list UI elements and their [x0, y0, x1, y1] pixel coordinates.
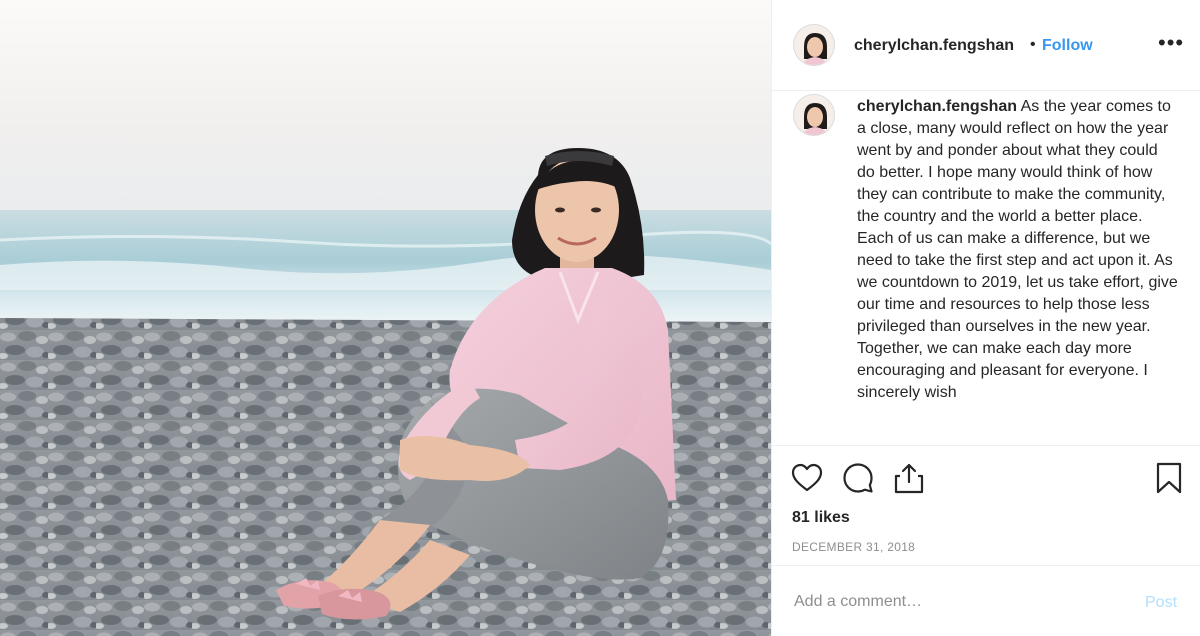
- comment-bar: Post: [772, 565, 1200, 636]
- share-icon[interactable]: [892, 461, 926, 495]
- comment-input[interactable]: [792, 588, 1116, 616]
- likes-count[interactable]: 81 likes: [792, 509, 850, 527]
- more-options-icon[interactable]: •••: [1158, 30, 1184, 56]
- comment-icon[interactable]: [841, 461, 875, 495]
- post-date[interactable]: DECEMBER 31, 2018: [792, 540, 915, 554]
- post-photo[interactable]: [0, 0, 771, 636]
- caption-text-block: cherylchan.fengshan As the year comes to…: [857, 96, 1179, 404]
- instagram-post: cherylchan.fengshan • Follow ••• cherylc…: [0, 0, 1200, 636]
- post-side-panel: cherylchan.fengshan • Follow ••• cherylc…: [771, 0, 1200, 636]
- header-separator: •: [1030, 36, 1036, 53]
- beach-photo-illustration: [0, 0, 771, 636]
- post-actions: 81 likes DECEMBER 31, 2018: [772, 445, 1200, 565]
- caption-username[interactable]: cherylchan.fengshan: [857, 98, 1017, 115]
- follow-button[interactable]: Follow: [1042, 37, 1093, 55]
- post-comment-button[interactable]: Post: [1145, 594, 1177, 612]
- avatar[interactable]: [793, 24, 835, 66]
- bookmark-icon[interactable]: [1152, 461, 1186, 495]
- avatar-image: [794, 95, 834, 135]
- header-username[interactable]: cherylchan.fengshan: [854, 37, 1014, 55]
- avatar-image: [794, 25, 834, 65]
- post-header: cherylchan.fengshan • Follow •••: [772, 0, 1200, 91]
- caption-text: As the year comes to a close, many would…: [857, 98, 1178, 401]
- heart-icon[interactable]: [790, 461, 824, 495]
- caption-area: cherylchan.fengshan As the year comes to…: [772, 91, 1200, 445]
- caption-avatar[interactable]: [793, 94, 835, 136]
